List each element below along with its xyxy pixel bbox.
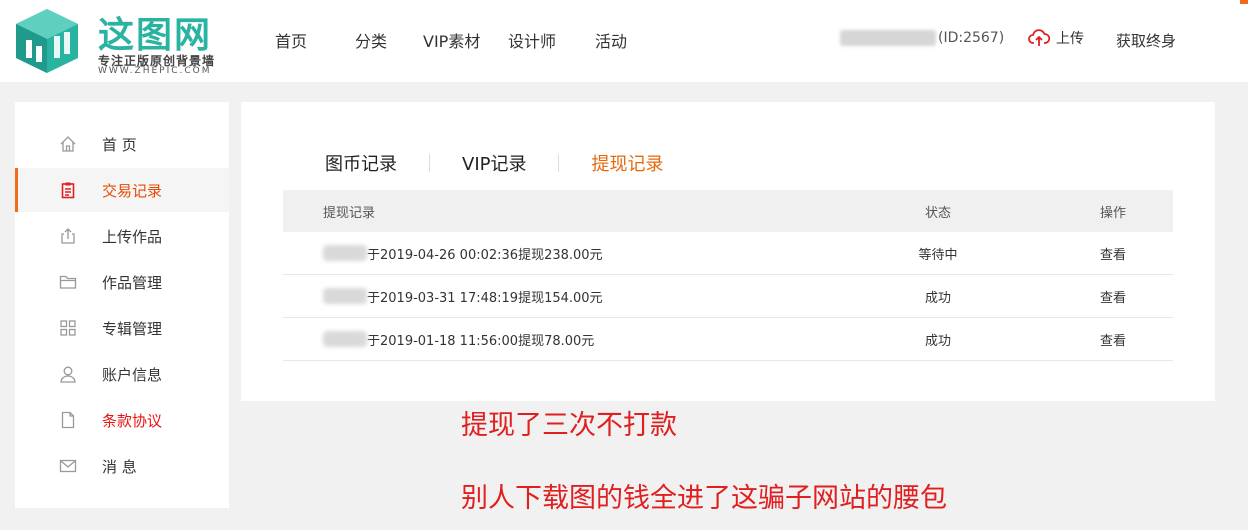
withdraw-table: 提现记录 状态 操作 于2019-04-26 00:02:36提现238.00元… bbox=[283, 190, 1173, 361]
sidebar-item-label: 首 页 bbox=[102, 135, 137, 154]
record-tabs: 图币记录 VIP记录 提现记录 bbox=[325, 150, 663, 176]
lifetime-link[interactable]: 获取终身 bbox=[1116, 30, 1176, 51]
corner-marker bbox=[1240, 0, 1248, 4]
logo-cube-icon bbox=[16, 9, 78, 73]
sidebar: 首 页 交易记录 上传作品 作品管理 专辑管理 账户信息 条款协议 消 息 bbox=[15, 102, 229, 508]
record-text: 于2019-03-31 17:48:19提现154.00元 bbox=[367, 290, 603, 306]
sidebar-item-works-manage[interactable]: 作品管理 bbox=[15, 260, 229, 304]
tab-vip-records[interactable]: VIP记录 bbox=[462, 150, 526, 176]
sidebar-item-account[interactable]: 账户信息 bbox=[15, 352, 229, 396]
folder-icon bbox=[58, 272, 78, 292]
nav-vip[interactable]: VIP素材 bbox=[423, 28, 508, 51]
table-row: 于2019-03-31 17:48:19提现154.00元 成功 查看 bbox=[283, 275, 1173, 318]
record-cell: 于2019-01-18 11:56:00提现78.00元 bbox=[323, 318, 594, 360]
nav-activity[interactable]: 活动 bbox=[595, 28, 655, 51]
user-icon bbox=[58, 364, 78, 384]
top-header: 这图网 专注正版原创背景墙 WWW.ZHEPIC.COM 首页 分类 VIP素材… bbox=[0, 0, 1248, 82]
upload-button[interactable]: 上传 bbox=[1028, 28, 1084, 48]
upload-icon bbox=[58, 226, 78, 246]
grid-icon bbox=[58, 318, 78, 338]
site-logo[interactable]: 这图网 专注正版原创背景墙 WWW.ZHEPIC.COM bbox=[12, 6, 232, 76]
sidebar-item-transactions[interactable]: 交易记录 bbox=[15, 168, 229, 212]
sidebar-item-label: 账户信息 bbox=[102, 365, 163, 384]
nav-designer[interactable]: 设计师 bbox=[508, 28, 595, 51]
header-record: 提现记录 bbox=[323, 205, 376, 221]
tab-withdraw-records[interactable]: 提现记录 bbox=[591, 150, 663, 176]
tab-coin-records[interactable]: 图币记录 bbox=[325, 150, 397, 176]
main-nav: 首页 分类 VIP素材 设计师 活动 bbox=[275, 28, 655, 51]
sidebar-item-terms[interactable]: 条款协议 bbox=[15, 398, 229, 442]
main-panel: 图币记录 VIP记录 提现记录 提现记录 状态 操作 于2019-04-26 0… bbox=[241, 102, 1215, 401]
username-blurred bbox=[323, 331, 367, 347]
user-id: (ID:2567) bbox=[938, 30, 1005, 46]
record-text: 于2019-04-26 00:02:36提现238.00元 bbox=[367, 247, 603, 263]
annotation-note: 别人下载图的钱全进了这骗子网站的腰包 bbox=[461, 483, 947, 514]
upload-label: 上传 bbox=[1056, 31, 1084, 47]
nav-category[interactable]: 分类 bbox=[355, 28, 423, 51]
sidebar-item-label: 条款协议 bbox=[102, 411, 163, 430]
username-blurred bbox=[323, 288, 367, 304]
record-text: 于2019-01-18 11:56:00提现78.00元 bbox=[367, 333, 595, 349]
clipboard-icon bbox=[58, 180, 78, 200]
nav-home[interactable]: 首页 bbox=[275, 28, 355, 51]
sidebar-item-label: 专辑管理 bbox=[102, 319, 163, 338]
username-blurred[interactable] bbox=[840, 30, 936, 46]
sidebar-item-label: 消 息 bbox=[102, 457, 137, 476]
table-header: 提现记录 状态 操作 bbox=[283, 190, 1173, 232]
status-cell: 成功 bbox=[924, 290, 951, 306]
view-link[interactable]: 查看 bbox=[1073, 275, 1153, 317]
cloud-upload-icon bbox=[1028, 29, 1050, 46]
mail-icon bbox=[58, 456, 78, 476]
record-cell: 于2019-03-31 17:48:19提现154.00元 bbox=[323, 275, 603, 317]
sidebar-item-messages[interactable]: 消 息 bbox=[15, 444, 229, 488]
sidebar-item-album-manage[interactable]: 专辑管理 bbox=[15, 306, 229, 350]
sidebar-item-label: 上传作品 bbox=[102, 227, 163, 246]
table-row: 于2019-04-26 00:02:36提现238.00元 等待中 查看 bbox=[283, 232, 1173, 275]
tab-divider bbox=[429, 154, 430, 172]
header-status: 状态 bbox=[924, 205, 951, 221]
status-cell: 成功 bbox=[924, 333, 951, 349]
view-link[interactable]: 查看 bbox=[1073, 318, 1153, 360]
tab-divider bbox=[558, 154, 560, 172]
sidebar-item-label: 交易记录 bbox=[102, 181, 163, 200]
header-action: 操作 bbox=[1099, 205, 1126, 221]
sidebar-item-upload-works[interactable]: 上传作品 bbox=[15, 214, 229, 258]
home-icon bbox=[58, 134, 78, 154]
status-cell: 等待中 bbox=[918, 247, 958, 263]
logo-url: WWW.ZHEPIC.COM bbox=[98, 66, 212, 76]
document-icon bbox=[58, 410, 78, 430]
record-cell: 于2019-04-26 00:02:36提现238.00元 bbox=[323, 232, 603, 274]
logo-title: 这图网 bbox=[98, 14, 213, 56]
sidebar-item-label: 作品管理 bbox=[102, 273, 163, 292]
view-link[interactable]: 查看 bbox=[1073, 232, 1153, 274]
annotation-note: 提现了三次不打款 bbox=[461, 410, 677, 441]
username-blurred bbox=[323, 245, 367, 261]
sidebar-item-home[interactable]: 首 页 bbox=[15, 122, 229, 166]
table-row: 于2019-01-18 11:56:00提现78.00元 成功 查看 bbox=[283, 318, 1173, 361]
